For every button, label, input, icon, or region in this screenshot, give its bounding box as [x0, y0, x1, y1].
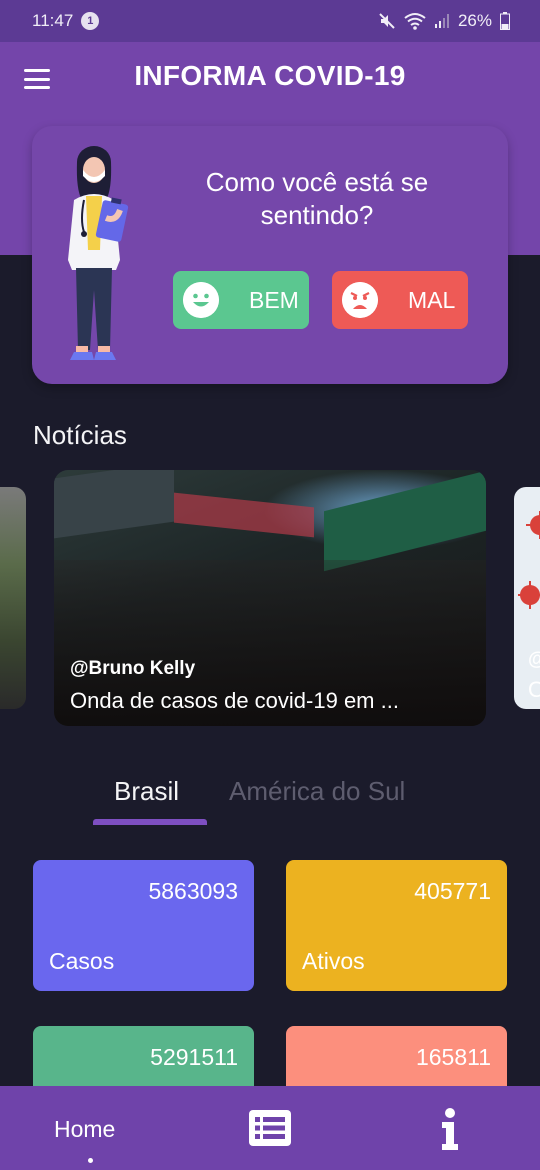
- stat-ativos-label: Ativos: [302, 948, 365, 974]
- news-card-previous[interactable]: [0, 487, 26, 709]
- stat-ativos-value: 405771: [414, 878, 491, 904]
- mute-icon: [379, 13, 395, 29]
- signal-icon: [434, 14, 449, 28]
- status-bar: 11:47 1 26%: [0, 0, 540, 42]
- nav-home[interactable]: Home: [54, 1116, 115, 1143]
- feeling-bad-label: MAL: [408, 286, 456, 313]
- stat-casos-label: Casos: [49, 948, 115, 974]
- news-next-author-fragment: @: [528, 649, 540, 671]
- list-icon[interactable]: [249, 1110, 291, 1146]
- feeling-good-label: BEM: [249, 286, 299, 313]
- nav-active-dot: [88, 1158, 93, 1163]
- news-headline: Onda de casos de covid-19 em ...: [70, 688, 399, 713]
- feeling-bad-button[interactable]: MAL: [332, 271, 468, 329]
- smile-face-icon: [183, 282, 219, 318]
- feeling-card: Como você está se sentindo? BEM MAL: [32, 126, 508, 384]
- news-section-title: Notícias: [33, 420, 127, 450]
- feeling-good-button[interactable]: BEM: [173, 271, 309, 329]
- stat-card-casos[interactable]: 5863093 Casos: [33, 860, 254, 991]
- stat-obitos-value: 165811: [415, 1044, 491, 1070]
- news-card-next[interactable]: @ O: [514, 487, 540, 709]
- stat-recuperados-value: 5291511: [150, 1044, 238, 1070]
- tab-selected-indicator: [93, 819, 207, 825]
- notification-count-badge: 1: [81, 12, 100, 30]
- news-next-headline-fragment: O: [528, 677, 540, 702]
- app-title: INFORMA COVID-19: [134, 60, 406, 91]
- info-icon[interactable]: [440, 1108, 460, 1150]
- tab-brasil[interactable]: Brasil: [114, 776, 179, 807]
- sad-face-icon: [342, 282, 378, 318]
- bottom-navigation: Home: [0, 1086, 540, 1170]
- feeling-question: Como você está se sentindo?: [205, 167, 429, 230]
- virus-illustration: [518, 511, 540, 609]
- wifi-icon: [404, 13, 426, 30]
- stat-casos-value: 5863093: [148, 878, 238, 904]
- stat-card-ativos[interactable]: 405771 Ativos: [286, 860, 507, 991]
- tab-america-do-sul[interactable]: América do Sul: [229, 776, 405, 807]
- battery-icon: [500, 12, 510, 30]
- battery-percent: 26%: [457, 11, 492, 30]
- news-author: @Bruno Kelly: [70, 658, 196, 679]
- nurse-illustration: [68, 146, 129, 360]
- news-card[interactable]: @Bruno Kelly Onda de casos de covid-19 e…: [54, 470, 486, 726]
- status-time: 11:47: [32, 11, 74, 30]
